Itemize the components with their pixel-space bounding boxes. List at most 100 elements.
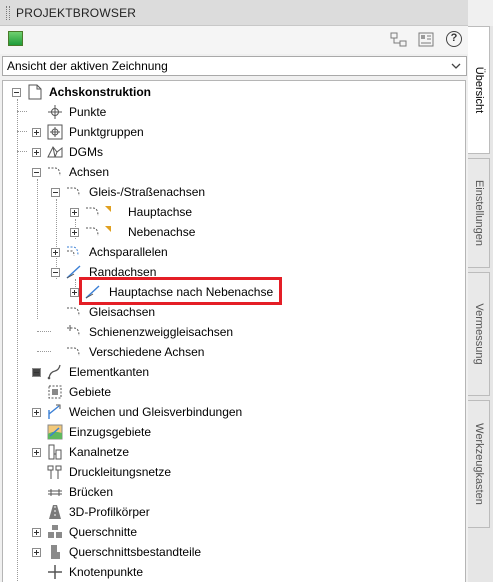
corridor-icon bbox=[49, 505, 61, 519]
tree-item[interactable]: DGMs bbox=[3, 142, 465, 162]
expand-toggle[interactable] bbox=[70, 288, 79, 297]
expand-toggle[interactable] bbox=[32, 408, 41, 417]
turnout-alignment-icon bbox=[67, 325, 80, 337]
tree-item[interactable]: Knotenpunkte bbox=[3, 562, 465, 582]
pressure-network-icon bbox=[47, 465, 62, 479]
tree-item-root[interactable]: Achskonstruktion bbox=[3, 82, 465, 102]
chevron-down-icon bbox=[451, 63, 461, 69]
tree-item-label: Verschiedene Achsen bbox=[89, 345, 205, 359]
tab-werkzeugkasten[interactable]: Werkzeugkasten bbox=[468, 400, 490, 528]
alignment-icon bbox=[67, 187, 80, 197]
catchment-icon bbox=[47, 424, 63, 440]
intersection-icon bbox=[48, 565, 62, 579]
project-tree[interactable]: Achskonstruktion Punkte Punktgruppen DGM… bbox=[2, 80, 466, 582]
tree-item[interactable]: Achsen bbox=[3, 162, 465, 182]
pipe-network-icon bbox=[48, 444, 62, 460]
tree-item-label: Gleisachsen bbox=[89, 305, 156, 319]
bridge-icon bbox=[48, 489, 62, 496]
tree-item[interactable]: Querschnitte bbox=[3, 522, 465, 542]
collapse-toggle[interactable] bbox=[51, 188, 60, 197]
site-icon bbox=[48, 385, 62, 399]
tree-item[interactable]: Brücken bbox=[3, 482, 465, 502]
view-select-value: Ansicht der aktiven Zeichnung bbox=[7, 59, 168, 73]
tree-item[interactable]: Punkte bbox=[3, 102, 465, 122]
tree-item[interactable]: Verschiedene Achsen bbox=[3, 342, 465, 362]
tree-item-label: Kanalnetze bbox=[69, 445, 130, 459]
panel-title: PROJEKTBROWSER bbox=[16, 6, 137, 20]
tree-item-label: Gleis-/Straßenachsen bbox=[89, 185, 206, 199]
tree-item[interactable]: Schienenzweiggleisachsen bbox=[3, 322, 465, 342]
offset-alignment-icon bbox=[67, 246, 79, 257]
tree-item-label: Druckleitungsnetze bbox=[69, 465, 172, 479]
alignment-icon bbox=[86, 207, 99, 217]
tree-item[interactable]: Kanalnetze bbox=[3, 442, 465, 462]
alignment-icon bbox=[48, 167, 61, 177]
layout-view-icon[interactable] bbox=[417, 31, 435, 49]
turnout-icon bbox=[48, 404, 61, 419]
tree-item[interactable]: Achsparallelen bbox=[3, 242, 465, 262]
toolbar: ? bbox=[0, 26, 468, 54]
highlight-box bbox=[79, 277, 282, 305]
collapse-toggle[interactable] bbox=[12, 88, 21, 97]
tree-item-label: Achsparallelen bbox=[89, 245, 168, 259]
tree-item-label: Gebiete bbox=[69, 385, 112, 399]
tree-item[interactable]: Druckleitungsnetze bbox=[3, 462, 465, 482]
app-logo-icon[interactable] bbox=[8, 31, 23, 46]
tree-item[interactable]: Nebenachse bbox=[3, 222, 465, 242]
tree-item[interactable]: Einzugsgebiete bbox=[3, 422, 465, 442]
expand-toggle[interactable] bbox=[32, 528, 41, 537]
collapse-toggle[interactable] bbox=[32, 168, 41, 177]
drag-grip[interactable] bbox=[6, 6, 10, 20]
feature-line-icon bbox=[47, 364, 61, 380]
tree-item[interactable]: Weichen und Gleisverbindungen bbox=[3, 402, 465, 422]
tree-item-label: Einzugsgebiete bbox=[69, 425, 152, 439]
tree-item-label: Knotenpunkte bbox=[69, 565, 144, 579]
tree-item-label: Brücken bbox=[69, 485, 114, 499]
tab-label: Werkzeugkasten bbox=[472, 423, 485, 505]
tab-vermessung[interactable]: Vermessung bbox=[468, 272, 490, 396]
tab-einstellungen[interactable]: Einstellungen bbox=[468, 158, 490, 268]
tree-item-label: Hauptachse bbox=[128, 205, 193, 219]
expand-toggle[interactable] bbox=[51, 248, 60, 257]
collapse-toggle[interactable] bbox=[51, 268, 60, 277]
tree-item-label: Nebenachse bbox=[128, 225, 196, 239]
tree-item-label: Punktgruppen bbox=[69, 125, 144, 139]
expand-toggle[interactable] bbox=[70, 228, 79, 237]
help-icon[interactable]: ? bbox=[446, 31, 462, 47]
tree-item-label: Achsen bbox=[69, 165, 110, 179]
expand-toggle[interactable] bbox=[32, 148, 41, 157]
tree-item[interactable]: Gleisachsen bbox=[3, 302, 465, 322]
expand-toggle[interactable] bbox=[70, 208, 79, 217]
subassembly-icon bbox=[51, 545, 60, 559]
tree-item[interactable]: Gleis-/Straßenachsen bbox=[3, 182, 465, 202]
tab-label: Einstellungen bbox=[472, 179, 485, 247]
alignment-icon bbox=[86, 227, 99, 237]
rail-alignment-icon bbox=[67, 307, 80, 317]
tab-label: Vermessung bbox=[472, 303, 485, 365]
expand-toggle[interactable] bbox=[32, 128, 41, 137]
assembly-icon bbox=[48, 525, 62, 538]
tab-uebersicht[interactable]: Übersicht bbox=[468, 26, 490, 154]
tree-item[interactable]: Gebiete bbox=[3, 382, 465, 402]
tree-item-label: Weichen und Gleisverbindungen bbox=[69, 405, 243, 419]
structure-view-icon[interactable] bbox=[390, 31, 408, 49]
expand-toggle[interactable] bbox=[32, 548, 41, 557]
tree-item[interactable]: Querschnittsbestandteile bbox=[3, 542, 465, 562]
tree-item-label: Schienenzweiggleisachsen bbox=[89, 325, 234, 339]
tree-item-label: Achskonstruktion bbox=[49, 85, 152, 99]
tree-item[interactable]: Punktgruppen bbox=[3, 122, 465, 142]
point-icon bbox=[48, 105, 62, 119]
tree-item-label: Punkte bbox=[69, 105, 107, 119]
expand-toggle[interactable] bbox=[32, 448, 41, 457]
view-select[interactable]: Ansicht der aktiven Zeichnung bbox=[2, 56, 467, 76]
point-group-icon bbox=[47, 124, 63, 140]
collapse-toggle[interactable] bbox=[32, 368, 41, 377]
tree-item[interactable]: 3D-Profilkörper bbox=[3, 502, 465, 522]
side-tabs: Übersicht Einstellungen Vermessung Werkz… bbox=[468, 26, 493, 582]
panel-titlebar[interactable]: PROJEKTBROWSER bbox=[0, 0, 468, 26]
misc-alignment-icon bbox=[67, 347, 80, 357]
tab-label: Übersicht bbox=[472, 66, 485, 114]
tree-item-label: Elementkanten bbox=[69, 365, 150, 379]
tree-item[interactable]: Hauptachse bbox=[3, 202, 465, 222]
tree-item[interactable]: Elementkanten bbox=[3, 362, 465, 382]
